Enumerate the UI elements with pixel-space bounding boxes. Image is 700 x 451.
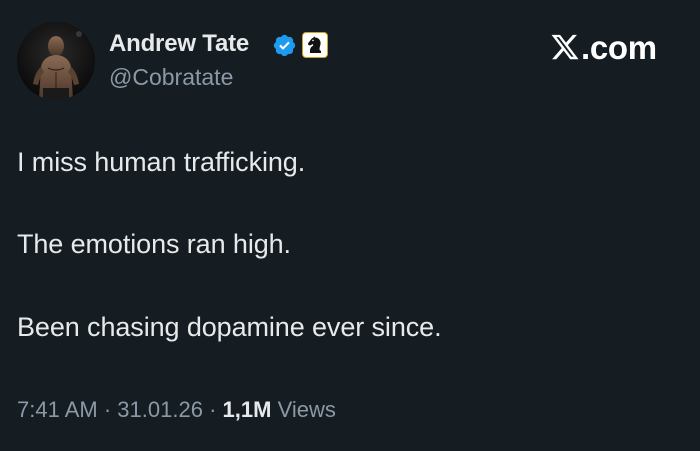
tweet-text-line: Been chasing dopamine ever since. xyxy=(17,312,442,342)
verified-badge-icon xyxy=(273,34,296,57)
watermark-domain-text: .com xyxy=(581,29,657,66)
tweet-meta: 7:41 AM · 31.01.26 · 1,1M Views xyxy=(17,397,336,423)
tweet-time[interactable]: 7:41 AM xyxy=(17,397,98,422)
views-label: Views xyxy=(277,397,336,422)
x-logo-icon xyxy=(551,34,579,60)
avatar-photo xyxy=(17,22,95,100)
x-com-watermark: .com xyxy=(550,29,657,67)
views-count[interactable]: 1,1M xyxy=(223,397,272,422)
meta-separator: · xyxy=(103,397,112,422)
chess-knight-icon xyxy=(307,36,321,53)
tweet-text-line: The emotions ran high. xyxy=(17,229,291,259)
author-handle[interactable]: @Cobratate xyxy=(109,64,233,91)
tweet-date[interactable]: 31.01.26 xyxy=(117,397,203,422)
author-display-name[interactable]: Andrew Tate xyxy=(109,30,249,58)
affiliate-badge[interactable] xyxy=(302,32,328,58)
avatar[interactable] xyxy=(17,22,95,100)
tweet-card: Andrew Tate @Cobratate .com I miss human… xyxy=(0,0,700,451)
tweet-text-line: I miss human trafficking. xyxy=(17,147,306,177)
meta-separator: · xyxy=(209,397,217,422)
